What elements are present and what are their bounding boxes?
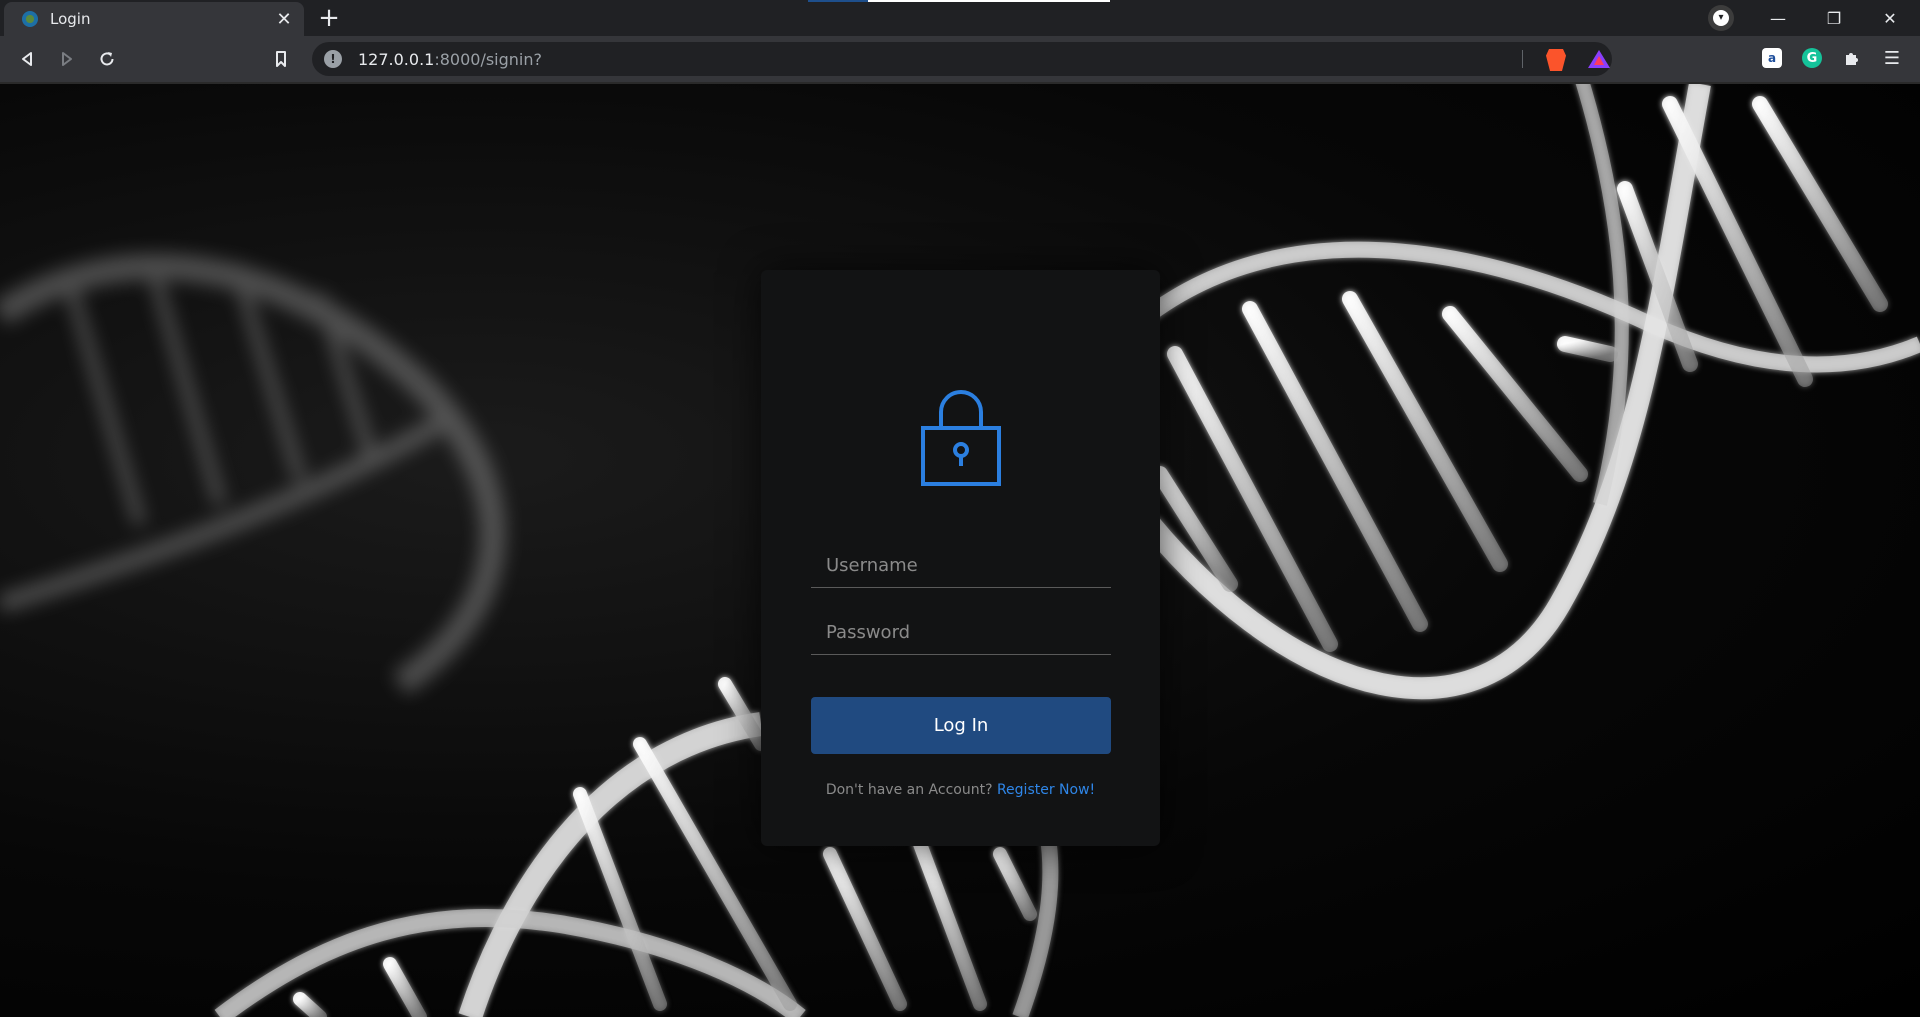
minimize-button[interactable]: — [1750, 0, 1806, 36]
close-window-button[interactable]: ✕ [1862, 0, 1918, 36]
page-background: Log In Don't have an Account? Register N… [0, 84, 1920, 1017]
lock-icon [921, 390, 1001, 486]
amazon-assistant-label: a [1762, 48, 1782, 68]
address-bar[interactable]: ! 127.0.0.1:8000/signin? [312, 42, 1612, 76]
password-input[interactable] [811, 611, 1111, 654]
url-path: :8000/signin? [434, 49, 542, 69]
chevron-down-icon: ▾ [1713, 10, 1729, 26]
bookmark-button[interactable] [266, 44, 296, 74]
reload-icon [100, 52, 114, 66]
forward-arrow-icon [62, 52, 72, 66]
username-field-wrapper [811, 544, 1111, 588]
login-card: Log In Don't have an Account? Register N… [761, 270, 1160, 846]
register-prompt-text: Don't have an Account? [825, 782, 997, 798]
grammarly-icon[interactable]: G [1800, 46, 1824, 70]
brave-rewards-icon[interactable] [1588, 50, 1610, 68]
tab-strip: Login ✕ + ▾ — ❐ ✕ [0, 0, 1920, 36]
tab-search-button[interactable]: ▾ [1708, 5, 1734, 31]
browser-menu-icon[interactable]: ☰ [1880, 46, 1904, 70]
tab-close-icon[interactable]: ✕ [274, 9, 294, 30]
bookmark-icon [276, 51, 286, 67]
tab-title: Login [50, 10, 91, 28]
grammarly-label: G [1802, 48, 1822, 68]
username-input[interactable] [811, 544, 1111, 587]
register-prompt-line: Don't have an Account? Register Now! [761, 782, 1160, 798]
reload-button[interactable] [92, 44, 122, 74]
amazon-assistant-icon[interactable]: a [1760, 46, 1784, 70]
forward-button[interactable] [52, 44, 82, 74]
back-button[interactable] [12, 44, 42, 74]
loading-indicator [808, 0, 1110, 2]
url-host: 127.0.0.1 [358, 49, 435, 69]
brave-shields-icon[interactable] [1546, 49, 1566, 71]
extensions-puzzle-icon[interactable] [1840, 46, 1864, 70]
site-favicon-icon [22, 11, 38, 27]
password-field-wrapper [811, 611, 1111, 655]
login-button[interactable]: Log In [811, 697, 1111, 754]
register-link[interactable]: Register Now! [997, 782, 1095, 798]
browser-tab[interactable]: Login ✕ [4, 2, 304, 36]
site-info-icon[interactable]: ! [324, 50, 342, 68]
restore-button[interactable]: ❐ [1806, 0, 1862, 36]
back-arrow-icon [22, 52, 32, 66]
omnibox-divider [1522, 50, 1523, 68]
browser-toolbar: ! 127.0.0.1:8000/signin? a G ☰ [0, 36, 1920, 82]
new-tab-button[interactable]: + [316, 5, 342, 32]
